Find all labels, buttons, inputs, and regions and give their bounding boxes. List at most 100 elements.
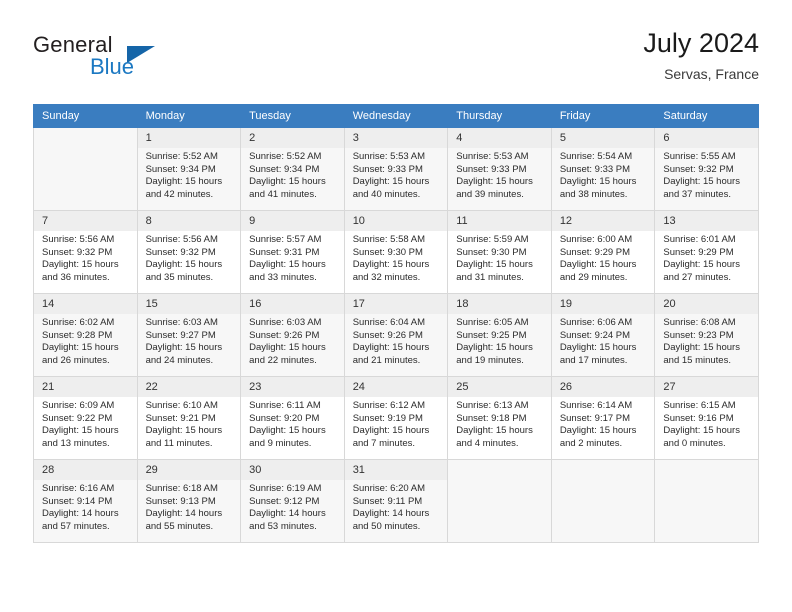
- day-info-line: Sunset: 9:30 PM: [456, 246, 527, 258]
- empty-day-cell: [33, 127, 138, 211]
- day-cell[interactable]: 28 Sunrise: 6:16 AM Sunset: 9:14 PM Dayligh…: [33, 459, 138, 543]
- day-info-line: Sunset: 9:29 PM: [559, 246, 631, 258]
- day-number: 9: [241, 211, 344, 231]
- day-info-line: and 22 minutes.: [249, 354, 317, 366]
- day-cell[interactable]: 13 Sunrise: 6:01 AM Sunset: 9:29 PM Dayligh…: [654, 210, 759, 294]
- day-cell[interactable]: 9 Sunrise: 5:57 AM Sunset: 9:31 PM Daylight…: [240, 210, 345, 294]
- day-info-line: Sunset: 9:33 PM: [456, 163, 527, 175]
- day-number: 19: [551, 294, 655, 314]
- day-info-line: Daylight: 14 hours: [145, 508, 223, 520]
- day-cell[interactable]: 20 Sunrise: 6:08 AM Sunset: 9:23 PM Dayligh…: [654, 293, 759, 377]
- day-info-line: Sunset: 9:20 PM: [249, 412, 320, 424]
- day-cell[interactable]: 19 Sunrise: 6:06 AM Sunset: 9:24 PM Dayligh…: [550, 293, 656, 377]
- day-number: 22: [137, 377, 241, 397]
- day-details: Sunrise: 6:00 AM Sunset: 9:29 PM Daylight:…: [552, 231, 655, 284]
- day-info-line: and 57 minutes.: [42, 520, 110, 532]
- day-info-line: Sunrise: 6:08 AM: [663, 317, 736, 328]
- day-info-line: Sunrise: 5:59 AM: [456, 234, 529, 245]
- day-cell[interactable]: 22 Sunrise: 6:10 AM Sunset: 9:21 PM Dayligh…: [136, 376, 242, 460]
- day-details: Sunrise: 6:18 AM Sunset: 9:13 PM Daylight:…: [138, 480, 241, 533]
- day-cell[interactable]: 29 Sunrise: 6:18 AM Sunset: 9:13 PM Dayligh…: [136, 459, 242, 543]
- day-details: Sunrise: 6:11 AM Sunset: 9:20 PM Daylight:…: [241, 397, 344, 450]
- day-number: 24: [344, 377, 448, 397]
- day-number: [655, 460, 758, 480]
- day-cell[interactable]: 21 Sunrise: 6:09 AM Sunset: 9:22 PM Dayligh…: [33, 376, 138, 460]
- day-details: Sunrise: 6:12 AM Sunset: 9:19 PM Daylight:…: [345, 397, 448, 450]
- day-number: 4: [448, 128, 551, 148]
- day-number: [552, 460, 655, 480]
- day-cell[interactable]: 5 Sunrise: 5:54 AM Sunset: 9:33 PM Daylight…: [550, 127, 656, 211]
- day-info-line: and 0 minutes.: [663, 437, 726, 449]
- day-info-line: Daylight: 15 hours: [663, 342, 740, 354]
- day-details: Sunrise: 6:10 AM Sunset: 9:21 PM Daylight:…: [138, 397, 241, 450]
- day-cell[interactable]: 2 Sunrise: 5:52 AM Sunset: 9:34 PM Daylight…: [240, 127, 345, 211]
- day-info-line: Sunrise: 6:12 AM: [352, 400, 426, 411]
- day-cell[interactable]: 27 Sunrise: 6:15 AM Sunset: 9:16 PM Dayligh…: [654, 376, 759, 460]
- day-info-line: Sunset: 9:22 PM: [42, 412, 113, 424]
- day-cell[interactable]: 8 Sunrise: 5:56 AM Sunset: 9:32 PM Daylight…: [136, 210, 242, 294]
- day-cell[interactable]: 26 Sunrise: 6:14 AM Sunset: 9:17 PM Dayligh…: [550, 376, 656, 460]
- calendar-page: General Blue July 2024 Servas, France Su…: [0, 0, 792, 612]
- brand-logo[interactable]: General Blue: [33, 32, 263, 88]
- day-info-line: Sunset: 9:29 PM: [663, 246, 734, 258]
- calendar-week-row: 14 Sunrise: 6:02 AM Sunset: 9:28 PM Dayligh…: [33, 293, 759, 377]
- day-info-line: Daylight: 15 hours: [352, 176, 430, 188]
- day-info-line: Sunrise: 5:58 AM: [352, 234, 426, 245]
- day-info-line: Sunset: 9:13 PM: [145, 495, 216, 507]
- day-number: 2: [241, 128, 344, 148]
- day-number: 8: [137, 211, 241, 231]
- day-info-line: and 19 minutes.: [456, 354, 524, 366]
- day-info-line: and 39 minutes.: [456, 188, 524, 200]
- day-info-line: Daylight: 15 hours: [145, 176, 223, 188]
- day-info-line: and 21 minutes.: [352, 354, 421, 366]
- day-info-line: Sunrise: 5:57 AM: [249, 234, 322, 245]
- day-info-line: and 4 minutes.: [456, 437, 519, 449]
- day-info-line: Daylight: 15 hours: [559, 176, 637, 188]
- day-number: 23: [241, 377, 344, 397]
- day-info-line: and 55 minutes.: [145, 520, 214, 532]
- day-number: 18: [448, 294, 551, 314]
- day-info-line: Daylight: 15 hours: [352, 342, 430, 354]
- weekday-header-saturday: Saturday: [654, 104, 759, 128]
- day-details: Sunrise: 6:02 AM Sunset: 9:28 PM Daylight:…: [34, 314, 137, 367]
- day-cell[interactable]: 17 Sunrise: 6:04 AM Sunset: 9:26 PM Dayligh…: [343, 293, 449, 377]
- day-cell[interactable]: 24 Sunrise: 6:12 AM Sunset: 9:19 PM Dayligh…: [343, 376, 449, 460]
- day-info-line: Daylight: 15 hours: [42, 425, 119, 437]
- day-cell[interactable]: 3 Sunrise: 5:53 AM Sunset: 9:33 PM Daylight…: [343, 127, 449, 211]
- day-cell[interactable]: 10 Sunrise: 5:58 AM Sunset: 9:30 PM Dayligh…: [343, 210, 449, 294]
- day-info-line: Daylight: 15 hours: [352, 259, 430, 271]
- day-cell[interactable]: 18 Sunrise: 6:05 AM Sunset: 9:25 PM Dayligh…: [447, 293, 552, 377]
- day-cell[interactable]: 4 Sunrise: 5:53 AM Sunset: 9:33 PM Daylight…: [447, 127, 552, 211]
- day-cell[interactable]: 15 Sunrise: 6:03 AM Sunset: 9:27 PM Dayligh…: [136, 293, 242, 377]
- day-info-line: Sunrise: 6:03 AM: [145, 317, 218, 328]
- day-info-line: Sunset: 9:32 PM: [42, 246, 113, 258]
- day-cell[interactable]: 25 Sunrise: 6:13 AM Sunset: 9:18 PM Dayligh…: [447, 376, 552, 460]
- day-number: 13: [655, 211, 758, 231]
- day-cell[interactable]: 11 Sunrise: 5:59 AM Sunset: 9:30 PM Dayligh…: [447, 210, 552, 294]
- day-info-line: Sunset: 9:24 PM: [559, 329, 631, 341]
- day-details: Sunrise: 5:52 AM Sunset: 9:34 PM Daylight:…: [138, 148, 241, 201]
- day-cell[interactable]: 14 Sunrise: 6:02 AM Sunset: 9:28 PM Dayligh…: [33, 293, 138, 377]
- day-cell[interactable]: 7 Sunrise: 5:56 AM Sunset: 9:32 PM Daylight…: [33, 210, 138, 294]
- day-details: Sunrise: 6:03 AM Sunset: 9:27 PM Daylight:…: [138, 314, 241, 367]
- day-cell[interactable]: 23 Sunrise: 6:11 AM Sunset: 9:20 PM Dayligh…: [240, 376, 345, 460]
- day-info-line: and 32 minutes.: [352, 271, 421, 283]
- day-info-line: Sunrise: 6:05 AM: [456, 317, 529, 328]
- day-cell[interactable]: 30 Sunrise: 6:19 AM Sunset: 9:12 PM Dayligh…: [240, 459, 345, 543]
- day-cell[interactable]: 1 Sunrise: 5:52 AM Sunset: 9:34 PM Daylight…: [136, 127, 242, 211]
- day-info-line: Sunset: 9:32 PM: [145, 246, 216, 258]
- day-info-line: and 31 minutes.: [456, 271, 524, 283]
- day-info-line: Daylight: 14 hours: [249, 508, 326, 520]
- day-cell[interactable]: 31 Sunrise: 6:20 AM Sunset: 9:11 PM Dayligh…: [343, 459, 449, 543]
- day-info-line: and 33 minutes.: [249, 271, 317, 283]
- day-number: 12: [551, 211, 655, 231]
- weekday-header-wednesday: Wednesday: [343, 104, 449, 128]
- day-cell[interactable]: 12 Sunrise: 6:00 AM Sunset: 9:29 PM Dayligh…: [550, 210, 656, 294]
- day-cell[interactable]: 6 Sunrise: 5:55 AM Sunset: 9:32 PM Daylight…: [654, 127, 759, 211]
- day-info-line: and 11 minutes.: [145, 437, 213, 449]
- day-info-line: Daylight: 15 hours: [42, 342, 119, 354]
- day-details: Sunrise: 5:58 AM Sunset: 9:30 PM Daylight:…: [345, 231, 448, 284]
- day-info-line: Daylight: 15 hours: [663, 176, 740, 188]
- day-cell[interactable]: 16 Sunrise: 6:03 AM Sunset: 9:26 PM Dayligh…: [240, 293, 345, 377]
- day-number: 10: [344, 211, 448, 231]
